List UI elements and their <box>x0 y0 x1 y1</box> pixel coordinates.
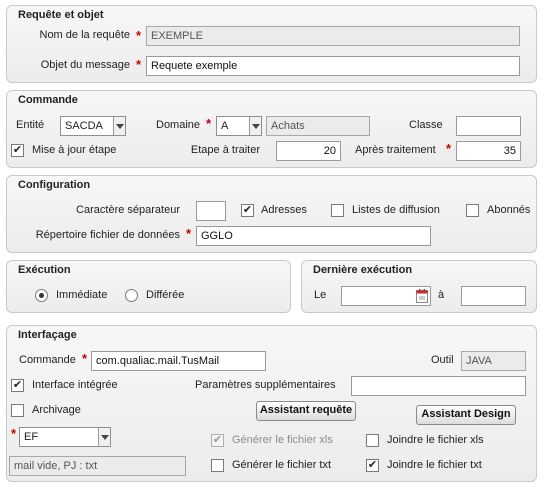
mise-a-jour-etape-checkbox[interactable]: ✔ <box>11 144 24 157</box>
abonnes-label: Abonnés <box>487 204 531 216</box>
execution-group-title: Exécution <box>18 264 71 276</box>
calendar-icon[interactable] <box>416 289 428 303</box>
entite-select-value: SACDA <box>65 120 103 132</box>
interfacage-group-title: Interfaçage <box>18 329 77 341</box>
repertoire-fichier-required-mark: * <box>186 226 192 241</box>
status-summary-field: mail vide, PJ : txt <box>9 456 186 476</box>
caractere-separateur-label: Caractère séparateur <box>76 204 180 216</box>
nom-requete-label: Nom de la requête <box>39 29 131 41</box>
derniere-execution-group-title: Dernière exécution <box>313 264 413 276</box>
generer-xls-label: Générer le fichier xls <box>232 434 333 446</box>
radio-selected-dot <box>39 293 44 298</box>
domaine-select[interactable]: A <box>216 116 262 136</box>
joindre-txt-label: Joindre le fichier txt <box>387 459 482 471</box>
immediate-label: Immédiate <box>56 289 108 301</box>
domaine-select-value: A <box>221 120 229 132</box>
commande-group-title: Commande <box>18 94 78 106</box>
etape-a-traiter-label: Etape à traiter <box>190 144 260 156</box>
commande-class-field[interactable]: com.qualiac.mail.TusMail <box>91 351 266 371</box>
domaine-description-field: Achats <box>266 116 370 136</box>
generer-txt-label: Générer le fichier txt <box>232 459 332 471</box>
assistant-requete-button[interactable]: Assistant requête <box>256 401 356 421</box>
commande-label: Commande <box>19 354 76 366</box>
objet-message-required-mark: * <box>136 57 142 72</box>
commande-required-mark: * <box>82 351 88 366</box>
repertoire-fichier-label: Répertoire fichier de données <box>35 229 180 241</box>
entite-label: Entité <box>16 119 45 131</box>
caractere-separateur-field[interactable] <box>196 201 226 221</box>
entite-select[interactable]: SACDA <box>60 116 126 136</box>
apres-traitement-required-mark: * <box>446 141 452 156</box>
classe-field[interactable] <box>456 116 521 136</box>
repertoire-fichier-field[interactable]: GGLO <box>196 226 431 246</box>
listes-diffusion-label: Listes de diffusion <box>352 204 440 216</box>
nom-requete-required-mark: * <box>136 28 142 43</box>
immediate-radio[interactable] <box>35 289 48 302</box>
etape-a-traiter-field[interactable]: 20 <box>276 141 341 161</box>
le-label: Le <box>314 289 327 301</box>
nom-requete-field[interactable]: EXEMPLE <box>146 26 520 46</box>
parametres-supplementaires-field[interactable] <box>351 376 526 396</box>
outil-field: JAVA <box>461 351 526 371</box>
format-select[interactable]: EF <box>19 427 111 447</box>
adresses-label: Adresses <box>261 204 307 216</box>
objet-message-label: Objet du message <box>40 59 130 71</box>
chevron-down-icon[interactable] <box>98 428 110 446</box>
a-label: à <box>438 289 445 301</box>
format-required-mark: * <box>11 426 17 441</box>
interface-integree-label: Interface intégrée <box>32 379 118 391</box>
generer-xls-checkbox: ✔ <box>211 434 224 447</box>
format-select-value: EF <box>24 431 39 443</box>
chevron-down-icon[interactable] <box>113 117 125 135</box>
interface-integree-checkbox[interactable]: ✔ <box>11 379 24 392</box>
configuration-group-title: Configuration <box>18 179 91 191</box>
generer-txt-checkbox[interactable] <box>211 459 224 472</box>
a-time-field[interactable] <box>461 286 526 306</box>
differee-radio[interactable] <box>125 289 138 302</box>
domaine-label: Domaine <box>156 119 201 131</box>
assistant-design-button[interactable]: Assistant Design <box>416 405 516 425</box>
outil-label: Outil <box>431 354 454 366</box>
mise-a-jour-etape-label: Mise à jour étape <box>32 144 117 156</box>
listes-diffusion-checkbox[interactable] <box>331 204 344 217</box>
apres-traitement-field[interactable]: 35 <box>456 141 521 161</box>
requete-group-title: Requête et objet <box>18 9 104 21</box>
parametres-supplementaires-label: Paramètres supplémentaires <box>195 379 336 391</box>
abonnes-checkbox[interactable] <box>466 204 479 217</box>
joindre-xls-label: Joindre le fichier xls <box>387 434 484 446</box>
adresses-checkbox[interactable]: ✔ <box>241 204 254 217</box>
archivage-label: Archivage <box>32 404 81 416</box>
joindre-xls-checkbox[interactable] <box>366 434 379 447</box>
classe-label: Classe <box>409 119 443 131</box>
archivage-checkbox[interactable] <box>11 404 24 417</box>
le-date-field[interactable] <box>341 286 431 306</box>
apres-traitement-label: Après traitement <box>355 144 436 156</box>
domaine-required-mark: * <box>206 116 212 131</box>
joindre-txt-checkbox[interactable]: ✔ <box>366 459 379 472</box>
objet-message-field[interactable]: Requete exemple <box>146 56 520 76</box>
differee-label: Différée <box>146 289 185 301</box>
chevron-down-icon[interactable] <box>249 117 261 135</box>
